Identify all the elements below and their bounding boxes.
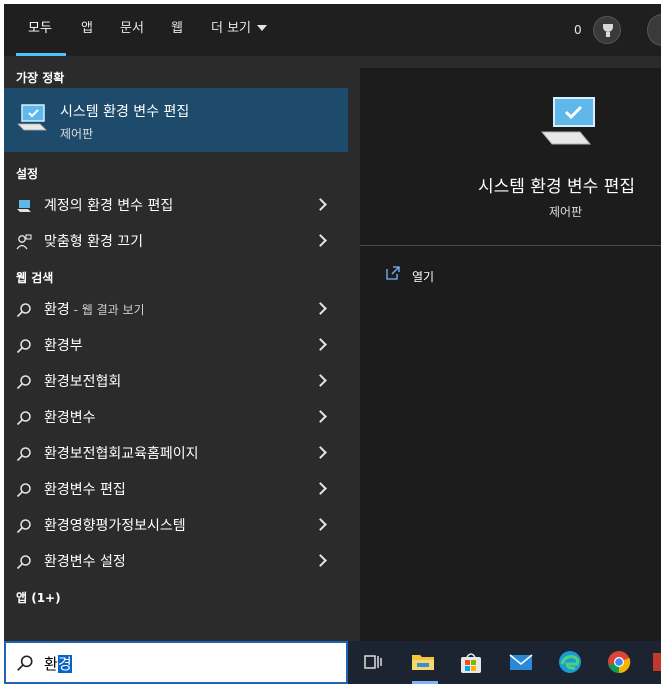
open-action[interactable]: 열기 — [412, 268, 434, 285]
mail-icon[interactable] — [508, 649, 534, 675]
search-icon — [16, 339, 31, 354]
tab-all[interactable]: 모두 — [28, 4, 52, 56]
system-computer-icon — [17, 104, 47, 131]
web-result-label: 환경보전협회 — [44, 374, 122, 390]
web-result-item[interactable]: 환경보전협회 — [4, 364, 348, 400]
web-result-label: 환경변수 설정 — [44, 554, 126, 570]
web-result-label: 환경보전협회교육홈페이지 — [44, 446, 199, 462]
web-result-label: 환경변수 편집 — [44, 482, 126, 498]
results-list: 가장 정확 시스템 환경 변수 편집 제어판 설정 계정의 환경 변수 편집 맞… — [4, 56, 348, 641]
tab-web[interactable]: 웹 — [171, 4, 183, 56]
chevron-right-icon — [314, 338, 327, 351]
rewards-points: 0 — [574, 23, 582, 37]
filter-tabs-bar: 모두 앱 문서 웹 더 보기 0 — [4, 4, 661, 56]
chevron-down-icon — [257, 24, 268, 31]
web-result-item[interactable]: 환경부 — [4, 328, 348, 364]
system-computer-icon — [540, 97, 595, 145]
person-feedback-icon — [16, 234, 32, 250]
web-result-label: 환경 - 웹 결과 보기 — [44, 292, 145, 328]
tab-apps[interactable]: 앱 — [81, 4, 93, 56]
profile-avatar[interactable] — [647, 14, 661, 46]
chevron-right-icon — [314, 198, 327, 211]
search-icon — [16, 303, 31, 318]
detail-subtitle: 제어판 — [549, 205, 583, 219]
tab-more-label: 더 보기 — [211, 21, 252, 36]
web-result-item[interactable]: 환경변수 — [4, 400, 348, 436]
chevron-right-icon — [314, 410, 327, 423]
chevron-right-icon — [314, 482, 327, 495]
chevron-right-icon — [314, 446, 327, 459]
search-icon — [17, 655, 33, 671]
web-result-query: 환경 — [44, 302, 70, 318]
chrome-icon[interactable] — [606, 649, 632, 675]
settings-item-tailored-experience[interactable]: 맞춤형 환경 끄기 — [4, 224, 348, 260]
detail-title: 시스템 환경 변수 편집 — [478, 177, 635, 197]
app-icon-partial[interactable] — [653, 653, 661, 671]
search-icon — [16, 447, 31, 462]
search-input[interactable]: 환경 — [4, 641, 348, 684]
settings-item-label: 계정의 환경 변수 편집 — [44, 198, 174, 214]
taskbar — [348, 641, 661, 684]
start-search-panel: 모두 앱 문서 웹 더 보기 0 가장 정확 시스템 환경 변수 편집 제어판 … — [4, 4, 661, 641]
file-explorer-icon[interactable] — [410, 649, 436, 675]
chevron-right-icon — [314, 234, 327, 247]
divider — [360, 245, 661, 246]
open-external-icon — [386, 266, 400, 280]
task-view-icon[interactable] — [360, 649, 386, 675]
section-best-match: 가장 정확 — [16, 71, 65, 85]
web-result-label: 환경부 — [44, 338, 83, 354]
chevron-right-icon — [314, 554, 327, 567]
store-icon[interactable] — [458, 649, 484, 675]
web-result-hint: - 웹 결과 보기 — [69, 303, 145, 317]
trophy-icon[interactable] — [593, 16, 621, 44]
computer-settings-icon — [17, 200, 31, 212]
web-result-label: 환경변수 — [44, 410, 96, 426]
chevron-right-icon — [314, 374, 327, 387]
web-result-item[interactable]: 환경변수 편집 — [4, 472, 348, 508]
search-icon — [16, 411, 31, 426]
web-result-label: 환경영향평가정보시스템 — [44, 518, 186, 534]
search-typed-text: 환 — [44, 655, 58, 673]
web-result-item[interactable]: 환경 - 웹 결과 보기 — [4, 292, 348, 328]
best-match-subtitle: 제어판 — [60, 127, 94, 141]
best-match-title: 시스템 환경 변수 편집 — [60, 104, 190, 120]
screen: 모두 앱 문서 웹 더 보기 0 가장 정확 시스템 환경 변수 편집 제어판 … — [0, 0, 661, 684]
search-icon — [16, 555, 31, 570]
edge-icon[interactable] — [557, 649, 583, 675]
web-result-item[interactable]: 환경변수 설정 — [4, 544, 348, 580]
chevron-right-icon — [314, 302, 327, 315]
web-result-item[interactable]: 환경영향평가정보시스템 — [4, 508, 348, 544]
section-apps: 앱 (1+) — [16, 591, 61, 605]
search-query-text: 환경 — [44, 653, 72, 674]
detail-pane: 시스템 환경 변수 편집 제어판 열기 — [360, 68, 661, 641]
web-result-item[interactable]: 환경보전협회교육홈페이지 — [4, 436, 348, 472]
search-icon — [16, 483, 31, 498]
section-settings: 설정 — [16, 167, 39, 181]
settings-item-label: 맞춤형 환경 끄기 — [44, 234, 144, 250]
search-icon — [16, 375, 31, 390]
tab-more[interactable]: 더 보기 — [211, 4, 268, 56]
section-web-search: 웹 검색 — [16, 271, 54, 285]
search-icon — [16, 519, 31, 534]
search-selected-text: 경 — [57, 655, 72, 673]
best-match-item[interactable]: 시스템 환경 변수 편집 제어판 — [4, 88, 348, 152]
tab-documents[interactable]: 문서 — [120, 4, 144, 56]
chevron-right-icon — [314, 518, 327, 531]
settings-item-account-env[interactable]: 계정의 환경 변수 편집 — [4, 188, 348, 224]
